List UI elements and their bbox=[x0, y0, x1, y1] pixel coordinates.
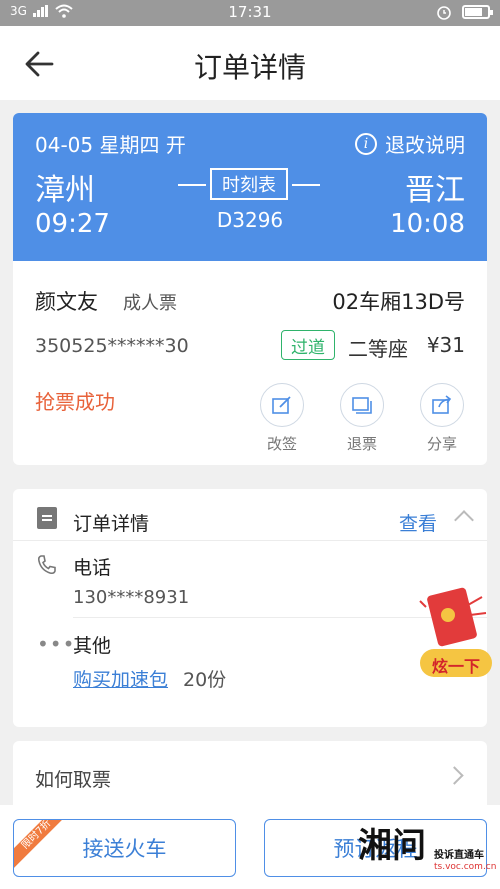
chevron-right-icon bbox=[445, 766, 464, 785]
phone-label: 电话 bbox=[73, 557, 112, 579]
order-status: 抢票成功 bbox=[35, 390, 115, 414]
refund-info-label: 退改说明 bbox=[385, 133, 465, 157]
watermark-title: 湘问 bbox=[358, 826, 426, 866]
status-bar: 3G 17:31 bbox=[0, 0, 500, 26]
page-title: 订单详情 bbox=[193, 51, 306, 84]
order-details-title: 订单详情 bbox=[73, 513, 150, 535]
order-details-card: 订单详情 查看 电话 130****8931 ••• 其他 购买加速包 20份 bbox=[13, 489, 487, 727]
ticket-header: 04-05 星期四 开 i 退改说明 漳州 晋江 时刻表 D3296 09:27… bbox=[13, 113, 487, 261]
passenger-name: 颜文友 bbox=[35, 290, 98, 314]
refund-ticket-button[interactable]: 退票 bbox=[337, 383, 387, 454]
seat-number: 02车厢13D号 bbox=[332, 290, 465, 314]
from-station: 漳州 bbox=[35, 173, 95, 208]
order-details-header[interactable]: 订单详情 查看 bbox=[13, 489, 487, 541]
to-station: 晋江 bbox=[405, 173, 465, 208]
watermark-logo: 湘问 投诉直通车 ts.voc.com.cn bbox=[358, 816, 498, 886]
chevron-up-icon[interactable] bbox=[454, 510, 474, 530]
ticket-price: ¥31 bbox=[426, 333, 465, 357]
buy-speedup-link[interactable]: 购买加速包 bbox=[73, 665, 168, 692]
timetable-button[interactable]: 时刻表 bbox=[210, 168, 288, 200]
how-to-pickup-row[interactable]: 如何取票 bbox=[13, 741, 487, 805]
phone-value: 130****8931 bbox=[73, 587, 190, 608]
more-dots-icon: ••• bbox=[37, 632, 76, 656]
refund-info-link[interactable]: i 退改说明 bbox=[355, 129, 465, 158]
share-button[interactable]: 分享 bbox=[417, 383, 467, 454]
view-link[interactable]: 查看 bbox=[399, 509, 437, 536]
route-line-right bbox=[292, 184, 320, 186]
nav-bar: 订单详情 bbox=[0, 26, 500, 100]
share-icon bbox=[420, 383, 464, 427]
seat-class: 二等座 bbox=[348, 337, 408, 361]
change-ticket-label: 改签 bbox=[266, 435, 297, 453]
status-right bbox=[436, 4, 493, 20]
edit-icon bbox=[260, 383, 304, 427]
how-to-pickup-label: 如何取票 bbox=[35, 769, 112, 791]
watermark-url: ts.voc.com.cn bbox=[434, 862, 497, 872]
pickup-train-button[interactable]: 限时7折 接送火车 bbox=[13, 819, 236, 877]
watermark-subtitle: 投诉直通车 bbox=[434, 850, 484, 861]
depart-time: 09:27 bbox=[35, 209, 110, 239]
discount-ribbon: 限时7折 bbox=[14, 820, 74, 872]
refund-ticket-label: 退票 bbox=[346, 435, 377, 453]
refund-icon bbox=[340, 383, 384, 427]
ticket-card: 04-05 星期四 开 i 退改说明 漳州 晋江 时刻表 D3296 09:27… bbox=[13, 113, 487, 465]
pickup-train-label: 接送火车 bbox=[82, 837, 167, 861]
arrive-time: 10:08 bbox=[390, 209, 465, 239]
phone-icon bbox=[37, 555, 56, 575]
status-time: 17:31 bbox=[228, 3, 272, 21]
other-label: 其他 bbox=[73, 635, 112, 657]
id-number: 350525******30 bbox=[35, 335, 189, 357]
promo-text: 炫一下 bbox=[431, 657, 480, 676]
change-ticket-button[interactable]: 改签 bbox=[257, 383, 307, 454]
ticket-type: 成人票 bbox=[123, 293, 177, 314]
speedup-count: 20份 bbox=[183, 669, 227, 691]
alarm-icon bbox=[437, 6, 451, 20]
battery-icon bbox=[462, 5, 493, 19]
document-icon bbox=[37, 507, 57, 529]
share-label: 分享 bbox=[426, 435, 457, 453]
seat-position-badge: 过道 bbox=[281, 330, 335, 360]
info-icon: i bbox=[355, 132, 377, 155]
departure-date: 04-05 星期四 开 bbox=[35, 133, 186, 157]
promo-floating-badge[interactable]: 炫一下 bbox=[418, 585, 494, 685]
route-line-left bbox=[178, 184, 206, 186]
